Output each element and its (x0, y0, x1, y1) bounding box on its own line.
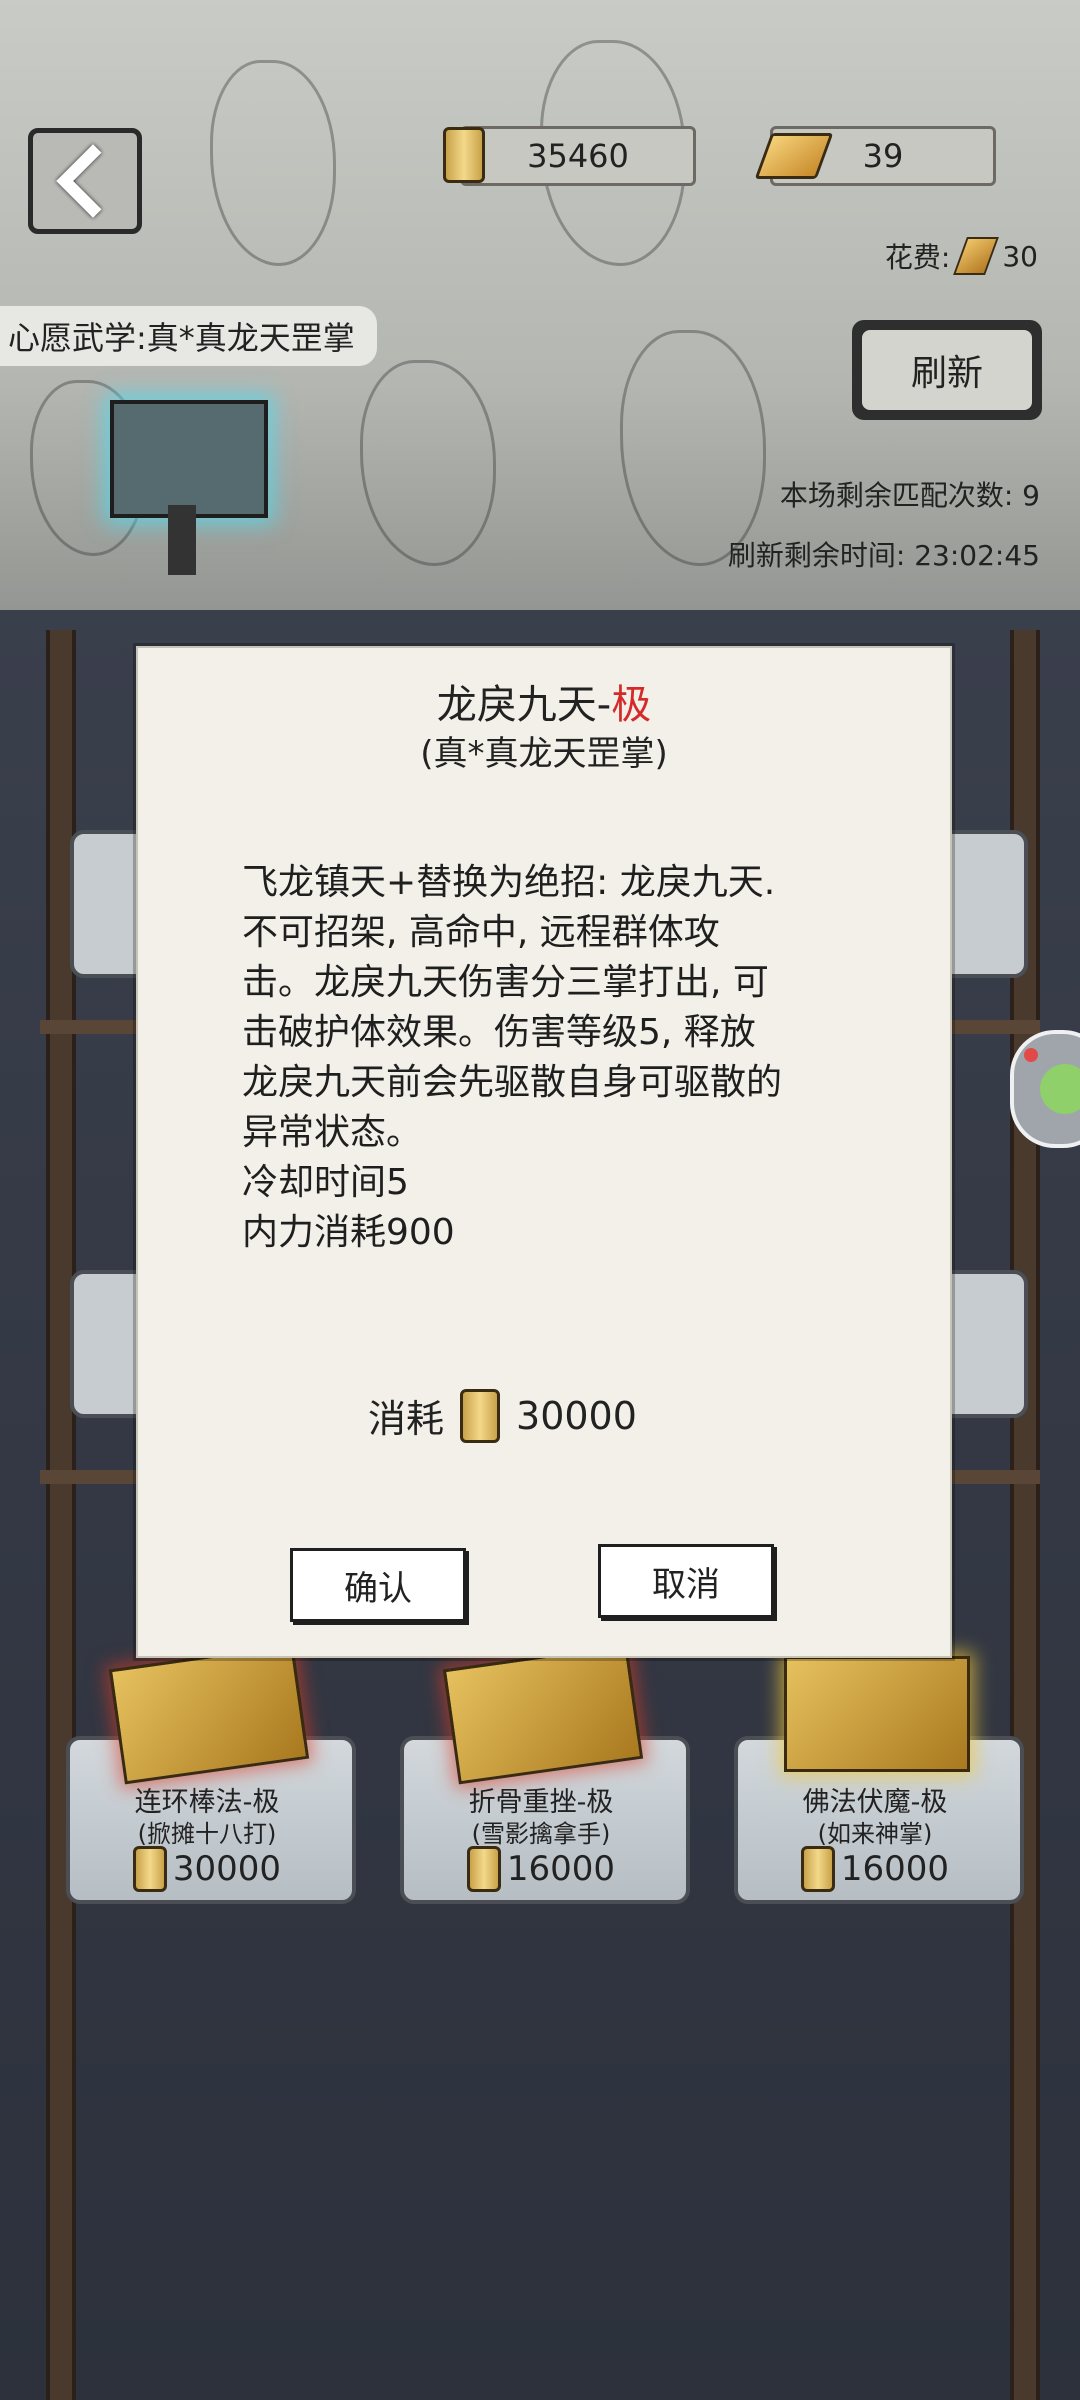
cancel-button[interactable]: 取消 (598, 1544, 774, 1618)
description-line: 击。龙戾九天伤害分三掌打出, 可 (242, 962, 769, 1003)
notification-dot-icon (1024, 1048, 1038, 1062)
refresh-label: 刷新 (910, 353, 983, 394)
description-line: 飞龙镇天+替换为绝招: 龙戾九天. (242, 862, 776, 903)
dialog-title: 龙戾九天-极 (138, 672, 950, 730)
scroll-currency-icon (132, 1846, 167, 1892)
item-subtitle: (雪影擒拿手) (471, 1820, 611, 1848)
item-subtitle: (掀摊十八打) (137, 1820, 277, 1848)
description-line: 异常状态。 (242, 1112, 423, 1153)
cost-label: 消耗 (368, 1397, 445, 1441)
item-price: 30000 (66, 1846, 348, 1892)
ingot-currency-value: 39 (862, 137, 904, 175)
confirm-button[interactable]: 确认 (290, 1548, 466, 1622)
description-line: 龙戾九天前会先驱散自身可驱散的 (242, 1062, 783, 1103)
scroll-currency-value: 35460 (527, 137, 629, 175)
spend-value: 30 (1002, 239, 1038, 273)
refresh-timer-text: 刷新剩余时间: 23:02:45 (727, 539, 1040, 572)
dialog-subtitle: (真*真龙天罡掌) (420, 734, 668, 774)
scroll-currency-icon (443, 127, 485, 183)
shop-item[interactable]: 佛法伏魔-极 (如来神掌) 16000 (734, 1656, 1024, 1904)
description-line: 不可招架, 高命中, 远程群体攻 (242, 912, 720, 953)
back-button[interactable] (28, 128, 142, 234)
item-subtitle: (如来神掌) (817, 1820, 933, 1848)
signpost-pole (168, 505, 196, 575)
chevron-left-icon (56, 144, 130, 218)
item-price-value: 16000 (506, 1849, 616, 1889)
assistant-face-icon (1040, 1064, 1080, 1114)
scroll-currency-display: 35460 (443, 126, 696, 186)
item-price-value: 30000 (172, 1849, 282, 1889)
floating-assistant-button[interactable] (1010, 1030, 1080, 1148)
description-line: 击破护体效果。伤害等级5, 释放 (242, 1012, 756, 1053)
scroll-currency-icon (466, 1846, 501, 1892)
skill-description: 飞龙镇天+替换为绝招: 龙戾九天. 不可招架, 高命中, 远程群体攻 击。龙戾九… (242, 858, 842, 1258)
refresh-cost: 花费: 30 (885, 236, 1038, 276)
gold-ingot-icon (953, 237, 1000, 275)
item-price-value: 16000 (840, 1849, 950, 1889)
description-line: 内力消耗900 (242, 1212, 455, 1253)
item-price: 16000 (734, 1846, 1016, 1892)
sketch-figure (620, 330, 766, 566)
cost-value: 30000 (516, 1393, 637, 1438)
item-price: 16000 (400, 1846, 682, 1892)
glowing-signpost-icon[interactable] (110, 400, 268, 518)
cancel-label: 取消 (652, 1564, 720, 1605)
description-line: 冷却时间5 (242, 1162, 409, 1203)
spend-label: 花费: (884, 241, 951, 274)
sketch-figure (210, 60, 336, 266)
confirm-label: 确认 (344, 1568, 412, 1609)
wish-text: 心愿武学:真*真龙天罡掌 (8, 319, 355, 357)
skill-grade: 极 (611, 682, 652, 728)
remaining-matches-text: 本场剩余匹配次数: 9 (779, 479, 1040, 512)
scroll-currency-icon (460, 1388, 501, 1443)
cost-row: 消耗 30000 (368, 1388, 637, 1443)
skill-name: 龙戾九天- (436, 682, 612, 728)
purchase-confirm-dialog: 龙戾九天-极 (真*真龙天罡掌) 飞龙镇天+替换为绝招: 龙戾九天. 不可招架,… (136, 646, 952, 1658)
refresh-button[interactable]: 刷新 (852, 320, 1042, 420)
shop-item[interactable]: 折骨重挫-极 (雪影擒拿手) 16000 (400, 1643, 690, 1904)
ingot-currency-display: 39 (754, 126, 996, 186)
scroll-currency-icon (800, 1846, 835, 1892)
book-art-icon (784, 1656, 970, 1772)
sketch-figure (360, 360, 496, 566)
wish-martial-art-label[interactable]: 心愿武学:真*真龙天罡掌 (0, 306, 377, 366)
shop-item[interactable]: 连环棒法-极 (掀摊十八打) 30000 (66, 1643, 356, 1904)
